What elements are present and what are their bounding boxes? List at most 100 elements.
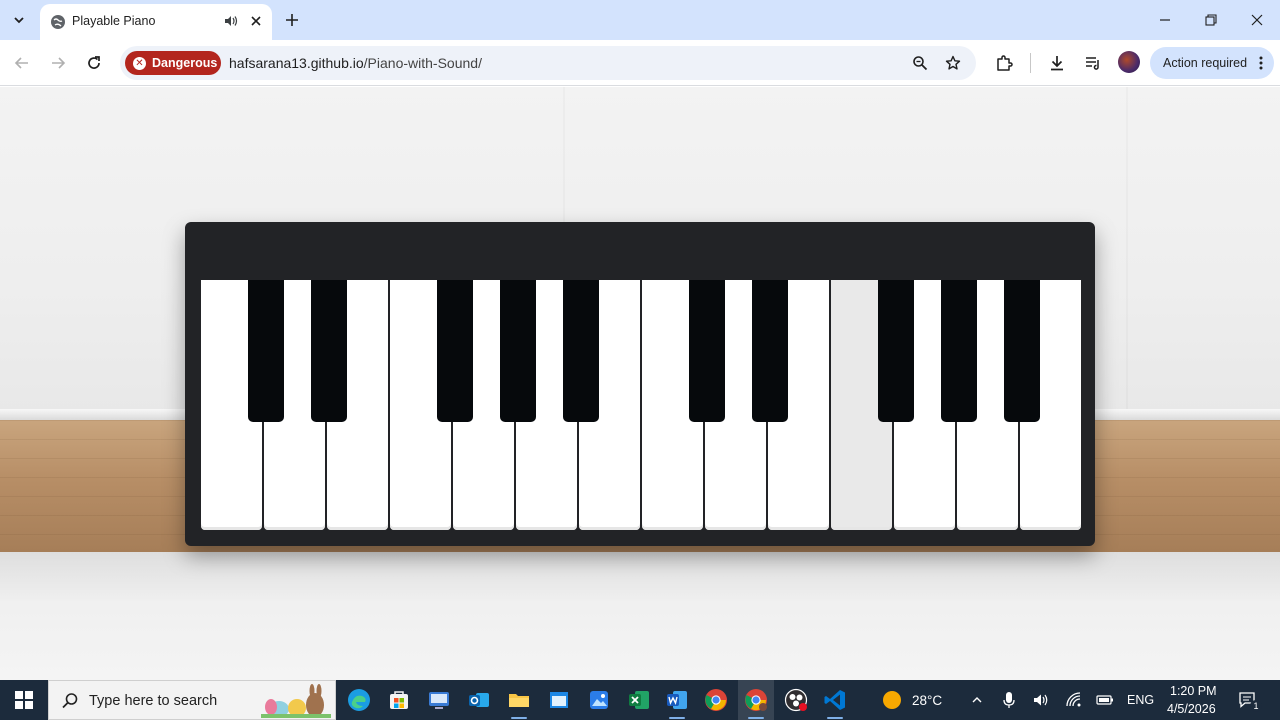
tray-overflow-button[interactable]	[968, 691, 986, 709]
tab-playable-piano[interactable]: Playable Piano	[40, 4, 272, 40]
reload-icon	[88, 56, 100, 69]
tab-search-button[interactable]	[6, 7, 32, 33]
bookmark-button[interactable]	[943, 53, 963, 73]
black-key-2[interactable]	[311, 280, 347, 422]
edge-icon	[348, 689, 370, 711]
chrome-icon	[705, 689, 727, 711]
piano-keyboard	[201, 280, 1081, 530]
taskbar-app-window[interactable]	[545, 686, 573, 714]
security-chip-dangerous[interactable]: ✕ Dangerous	[125, 51, 221, 75]
window-app-icon	[550, 692, 568, 708]
tab-close-button[interactable]	[247, 12, 265, 30]
star-icon	[945, 55, 961, 70]
speaker-icon	[1034, 694, 1048, 706]
start-button[interactable]	[0, 680, 48, 720]
black-key-9[interactable]	[941, 280, 977, 422]
forward-button[interactable]	[46, 51, 70, 75]
address-bar[interactable]: ✕ Dangerous hafsarana13.github.io/Piano-…	[120, 46, 976, 80]
excel-icon	[629, 691, 649, 709]
running-indicator	[827, 717, 843, 719]
tray-battery[interactable]	[1096, 691, 1114, 709]
playlist-icon	[1086, 57, 1099, 70]
taskbar-chrome-profile[interactable]	[742, 686, 770, 719]
browser-window: Playable Piano ✕ Dangerous hafsarana13.g…	[0, 0, 1280, 680]
clock-time[interactable]: 1:20 PM	[1170, 684, 1217, 698]
taskbar-file-explorer[interactable]	[505, 686, 533, 719]
tab-strip: Playable Piano	[0, 0, 1280, 40]
tray-volume[interactable]	[1032, 691, 1050, 709]
chevron-down-icon	[14, 17, 24, 24]
easter-eggs-highlight-icon	[261, 684, 331, 718]
black-key-7[interactable]	[752, 280, 788, 422]
taskbar-search-box[interactable]: Type here to search	[48, 680, 336, 720]
back-button[interactable]	[10, 51, 34, 75]
taskbar-outlook[interactable]	[465, 686, 493, 714]
media-controls-button[interactable]	[1081, 51, 1105, 75]
taskbar-app-photos[interactable]	[585, 686, 613, 714]
taskbar-vscode[interactable]	[821, 686, 849, 719]
download-icon	[1051, 56, 1063, 71]
black-key-6[interactable]	[689, 280, 725, 422]
chevron-up-icon	[972, 697, 982, 703]
tray-network[interactable]	[1065, 691, 1083, 709]
close-window-button[interactable]	[1244, 8, 1270, 32]
restore-button[interactable]	[1198, 8, 1224, 32]
toolbar-divider	[1030, 53, 1031, 73]
taskbar-app-reader[interactable]	[425, 686, 453, 714]
restore-icon	[1205, 14, 1217, 26]
black-key-5[interactable]	[563, 280, 599, 422]
action-required-label: Action required	[1163, 56, 1248, 70]
tray-microphone[interactable]	[1000, 691, 1018, 709]
taskbar-word[interactable]	[663, 686, 691, 719]
globe-icon	[51, 15, 65, 29]
action-required-button[interactable]: Action required	[1150, 47, 1274, 79]
sun-weather-icon[interactable]	[882, 690, 902, 710]
input-language[interactable]: ENG	[1127, 693, 1154, 707]
page-viewport	[0, 87, 1280, 680]
black-key-4[interactable]	[500, 280, 536, 422]
running-indicator	[748, 717, 764, 719]
chrome-icon	[745, 689, 767, 711]
obs-record-icon	[784, 688, 808, 712]
photos-icon	[590, 691, 608, 709]
url-text[interactable]: hafsarana13.github.io/Piano-with-Sound/	[229, 55, 482, 71]
taskbar-search-placeholder: Type here to search	[89, 693, 218, 709]
profile-avatar[interactable]	[1118, 51, 1140, 73]
taskbar-excel[interactable]	[625, 686, 653, 714]
taskbar-edge[interactable]	[345, 686, 373, 714]
black-key-10[interactable]	[1004, 280, 1040, 422]
puzzle-icon	[997, 55, 1013, 71]
security-label: Dangerous	[152, 56, 218, 70]
microphone-icon	[1003, 692, 1015, 708]
weather-temperature[interactable]: 28°C	[912, 693, 942, 708]
outlook-icon	[469, 693, 489, 707]
running-indicator	[511, 717, 527, 719]
taskbar-obs[interactable]	[782, 686, 810, 714]
zoom-button[interactable]	[910, 53, 930, 73]
close-icon	[1251, 14, 1263, 26]
url-path: /Piano-with-Sound/	[363, 55, 482, 71]
windows-taskbar: Type here to search 28°C ENG 1:20 PM 4/5…	[0, 680, 1280, 720]
downloads-button[interactable]	[1045, 51, 1069, 75]
clock-date[interactable]: 4/5/2026	[1167, 702, 1216, 716]
taskbar-chrome[interactable]	[702, 686, 730, 714]
reload-button[interactable]	[82, 51, 106, 75]
black-key-3[interactable]	[437, 280, 473, 422]
black-key-8[interactable]	[878, 280, 914, 422]
extensions-button[interactable]	[992, 51, 1016, 75]
windows-logo-icon	[15, 691, 33, 709]
new-tab-button[interactable]	[282, 10, 302, 30]
black-key-1[interactable]	[248, 280, 284, 422]
arrow-right-icon	[52, 57, 66, 69]
minimize-button[interactable]	[1152, 8, 1178, 32]
notification-count: 1	[1250, 700, 1262, 712]
speaker-icon[interactable]	[223, 13, 239, 29]
piano	[185, 222, 1095, 546]
folder-icon	[509, 694, 529, 707]
taskbar-store[interactable]	[385, 686, 413, 714]
wifi-icon	[1066, 692, 1081, 707]
error-icon: ✕	[133, 56, 146, 70]
search-icon	[62, 693, 78, 709]
plus-icon	[286, 14, 298, 26]
notification-center-button[interactable]: 1	[1238, 691, 1262, 712]
